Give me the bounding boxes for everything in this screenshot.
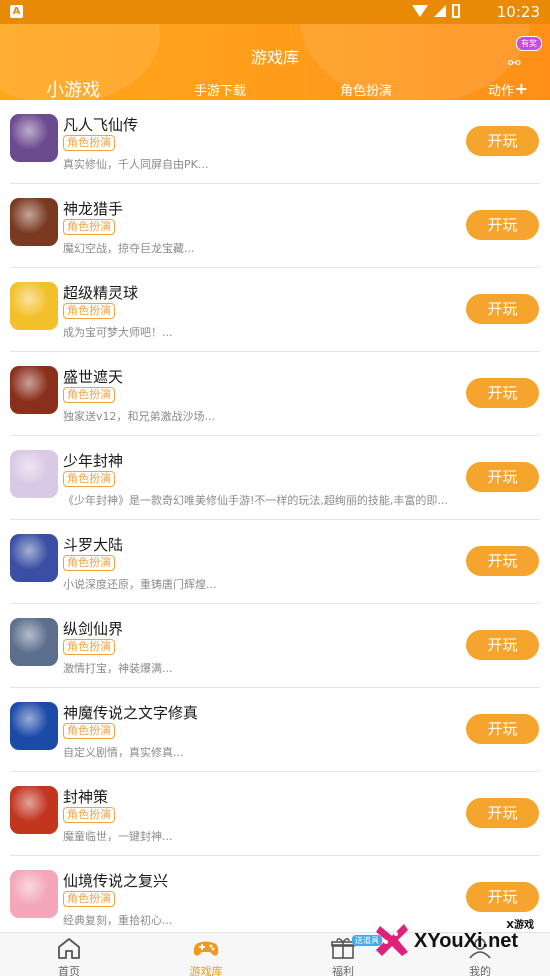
genre-tag: 角色扮演: [63, 723, 115, 739]
add-tab-icon[interactable]: +: [515, 79, 528, 98]
game-icon: [10, 114, 58, 162]
list-item[interactable]: 神魔传说之文字修真 角色扮演 自定义剧情，真实修真... 开玩: [0, 688, 550, 772]
game-description: 独家送v12，和兄弟激战沙场...: [63, 410, 215, 423]
clock: 10:23: [496, 3, 540, 21]
wifi-icon: [412, 5, 428, 17]
home-icon: [58, 938, 80, 959]
signal-icon: [434, 5, 446, 17]
game-icon: [10, 618, 58, 666]
list-item[interactable]: 斗罗大陆 角色扮演 小说深度还原，重铸唐门辉煌... 开玩: [0, 520, 550, 604]
list-item[interactable]: 神龙猎手 角色扮演 魔幻空战，掠夺巨龙宝藏... 开玩: [0, 184, 550, 268]
list-item[interactable]: 少年封神 角色扮演 《少年封神》是一款奇幻唯美修仙手游!不一样的玩法,超绚丽的技…: [0, 436, 550, 520]
game-icon: [10, 870, 58, 918]
status-icons: [412, 4, 460, 18]
game-title: 纵剑仙界: [63, 620, 124, 638]
genre-tag: 角色扮演: [63, 471, 115, 487]
tab-role-playing[interactable]: 角色扮演: [340, 80, 392, 99]
list-item[interactable]: 超级精灵球 角色扮演 成为宝可梦大师吧！... 开玩: [0, 268, 550, 352]
battery-icon: [452, 4, 460, 18]
game-description: 自定义剧情，真实修真...: [63, 746, 184, 759]
genre-tag: 角色扮演: [63, 807, 115, 823]
game-title: 超级精灵球: [63, 284, 139, 302]
watermark-small-text: X游戏: [506, 920, 534, 931]
app-root: A 10:23 游戏库 ⚯ 有奖 小游戏 手游下载 角色扮演 动作 + 凡人飞仙…: [0, 0, 550, 976]
list-item[interactable]: 凡人飞仙传 角色扮演 真实修仙，千人同屏自由PK... 开玩: [0, 100, 550, 184]
header: 游戏库 ⚯ 有奖 小游戏 手游下载 角色扮演 动作 +: [0, 24, 550, 100]
game-title: 少年封神: [63, 452, 124, 470]
genre-tag: 角色扮演: [63, 639, 115, 655]
watermark-text: XYouXi.net: [414, 930, 519, 952]
game-title: 封神策: [63, 788, 109, 806]
nav-home[interactable]: 首页: [14, 933, 124, 976]
game-icon: [10, 702, 58, 750]
gamepad-icon: [193, 941, 219, 956]
game-title: 凡人飞仙传: [63, 116, 139, 134]
game-icon: [10, 786, 58, 834]
game-description: 真实修仙，千人同屏自由PK...: [63, 158, 209, 171]
genre-tag: 角色扮演: [63, 387, 115, 403]
game-title: 神龙猎手: [63, 200, 124, 218]
play-button[interactable]: 开玩: [466, 210, 539, 240]
game-description: 激情打宝，神装爆满...: [63, 662, 173, 675]
nav-label: 游戏库: [189, 965, 223, 976]
share-button[interactable]: ⚯ 有奖: [504, 36, 542, 72]
play-button[interactable]: 开玩: [466, 882, 539, 912]
page-title: 游戏库: [250, 48, 299, 67]
app-notification-icon: A: [10, 5, 23, 18]
play-button[interactable]: 开玩: [466, 378, 539, 408]
play-button[interactable]: 开玩: [466, 546, 539, 576]
genre-tag: 角色扮演: [63, 891, 115, 907]
play-button[interactable]: 开玩: [466, 714, 539, 744]
play-button[interactable]: 开玩: [466, 126, 539, 156]
nav-label: 我的: [469, 965, 491, 976]
genre-tag: 角色扮演: [63, 135, 115, 151]
play-button[interactable]: 开玩: [466, 294, 539, 324]
play-button[interactable]: 开玩: [466, 462, 539, 492]
tab-mini-games[interactable]: 小游戏: [46, 76, 100, 100]
genre-tag: 角色扮演: [63, 219, 115, 235]
status-bar: A 10:23: [0, 0, 550, 24]
tab-action[interactable]: 动作: [488, 80, 514, 99]
share-icon: ⚯: [508, 54, 521, 72]
nav-label: 福利: [332, 965, 354, 976]
genre-tag: 角色扮演: [63, 555, 115, 571]
game-icon: [10, 450, 58, 498]
reward-badge: 有奖: [516, 36, 542, 51]
game-description: 《少年封神》是一款奇幻唯美修仙手游!不一样的玩法,超绚丽的技能,丰富的即...: [63, 494, 448, 507]
list-item[interactable]: 封神策 角色扮演 魔童临世，一键封神... 开玩: [0, 772, 550, 856]
game-description: 魔童临世，一键封神...: [63, 830, 173, 843]
game-description: 魔幻空战，掠夺巨龙宝藏...: [63, 242, 195, 255]
genre-tag: 角色扮演: [63, 303, 115, 319]
play-button[interactable]: 开玩: [466, 798, 539, 828]
game-title: 斗罗大陆: [63, 536, 124, 554]
tab-mobile-downloads[interactable]: 手游下载: [194, 80, 246, 99]
game-list[interactable]: 凡人飞仙传 角色扮演 真实修仙，千人同屏自由PK... 开玩 神龙猎手 角色扮演…: [0, 100, 550, 932]
game-title: 神魔传说之文字修真: [63, 704, 199, 722]
list-item[interactable]: 纵剑仙界 角色扮演 激情打宝，神装爆满... 开玩: [0, 604, 550, 688]
game-icon: [10, 534, 58, 582]
site-watermark: X游戏 XYouXi.net: [372, 916, 542, 962]
list-item[interactable]: 盛世遮天 角色扮演 独家送v12，和兄弟激战沙场... 开玩: [0, 352, 550, 436]
game-title: 盛世遮天: [63, 368, 124, 386]
game-description: 成为宝可梦大师吧！...: [63, 326, 173, 339]
category-tabs: 小游戏 手游下载 角色扮演 动作 +: [0, 76, 550, 100]
game-title: 仙境传说之复兴: [63, 872, 169, 890]
game-icon: [10, 366, 58, 414]
game-icon: [10, 282, 58, 330]
play-button[interactable]: 开玩: [466, 630, 539, 660]
nav-game-library[interactable]: 游戏库: [151, 933, 261, 976]
watermark-logo-icon: [376, 924, 408, 956]
nav-label: 首页: [58, 965, 80, 976]
game-icon: [10, 198, 58, 246]
game-description: 小说深度还原，重铸唐门辉煌...: [63, 578, 217, 591]
